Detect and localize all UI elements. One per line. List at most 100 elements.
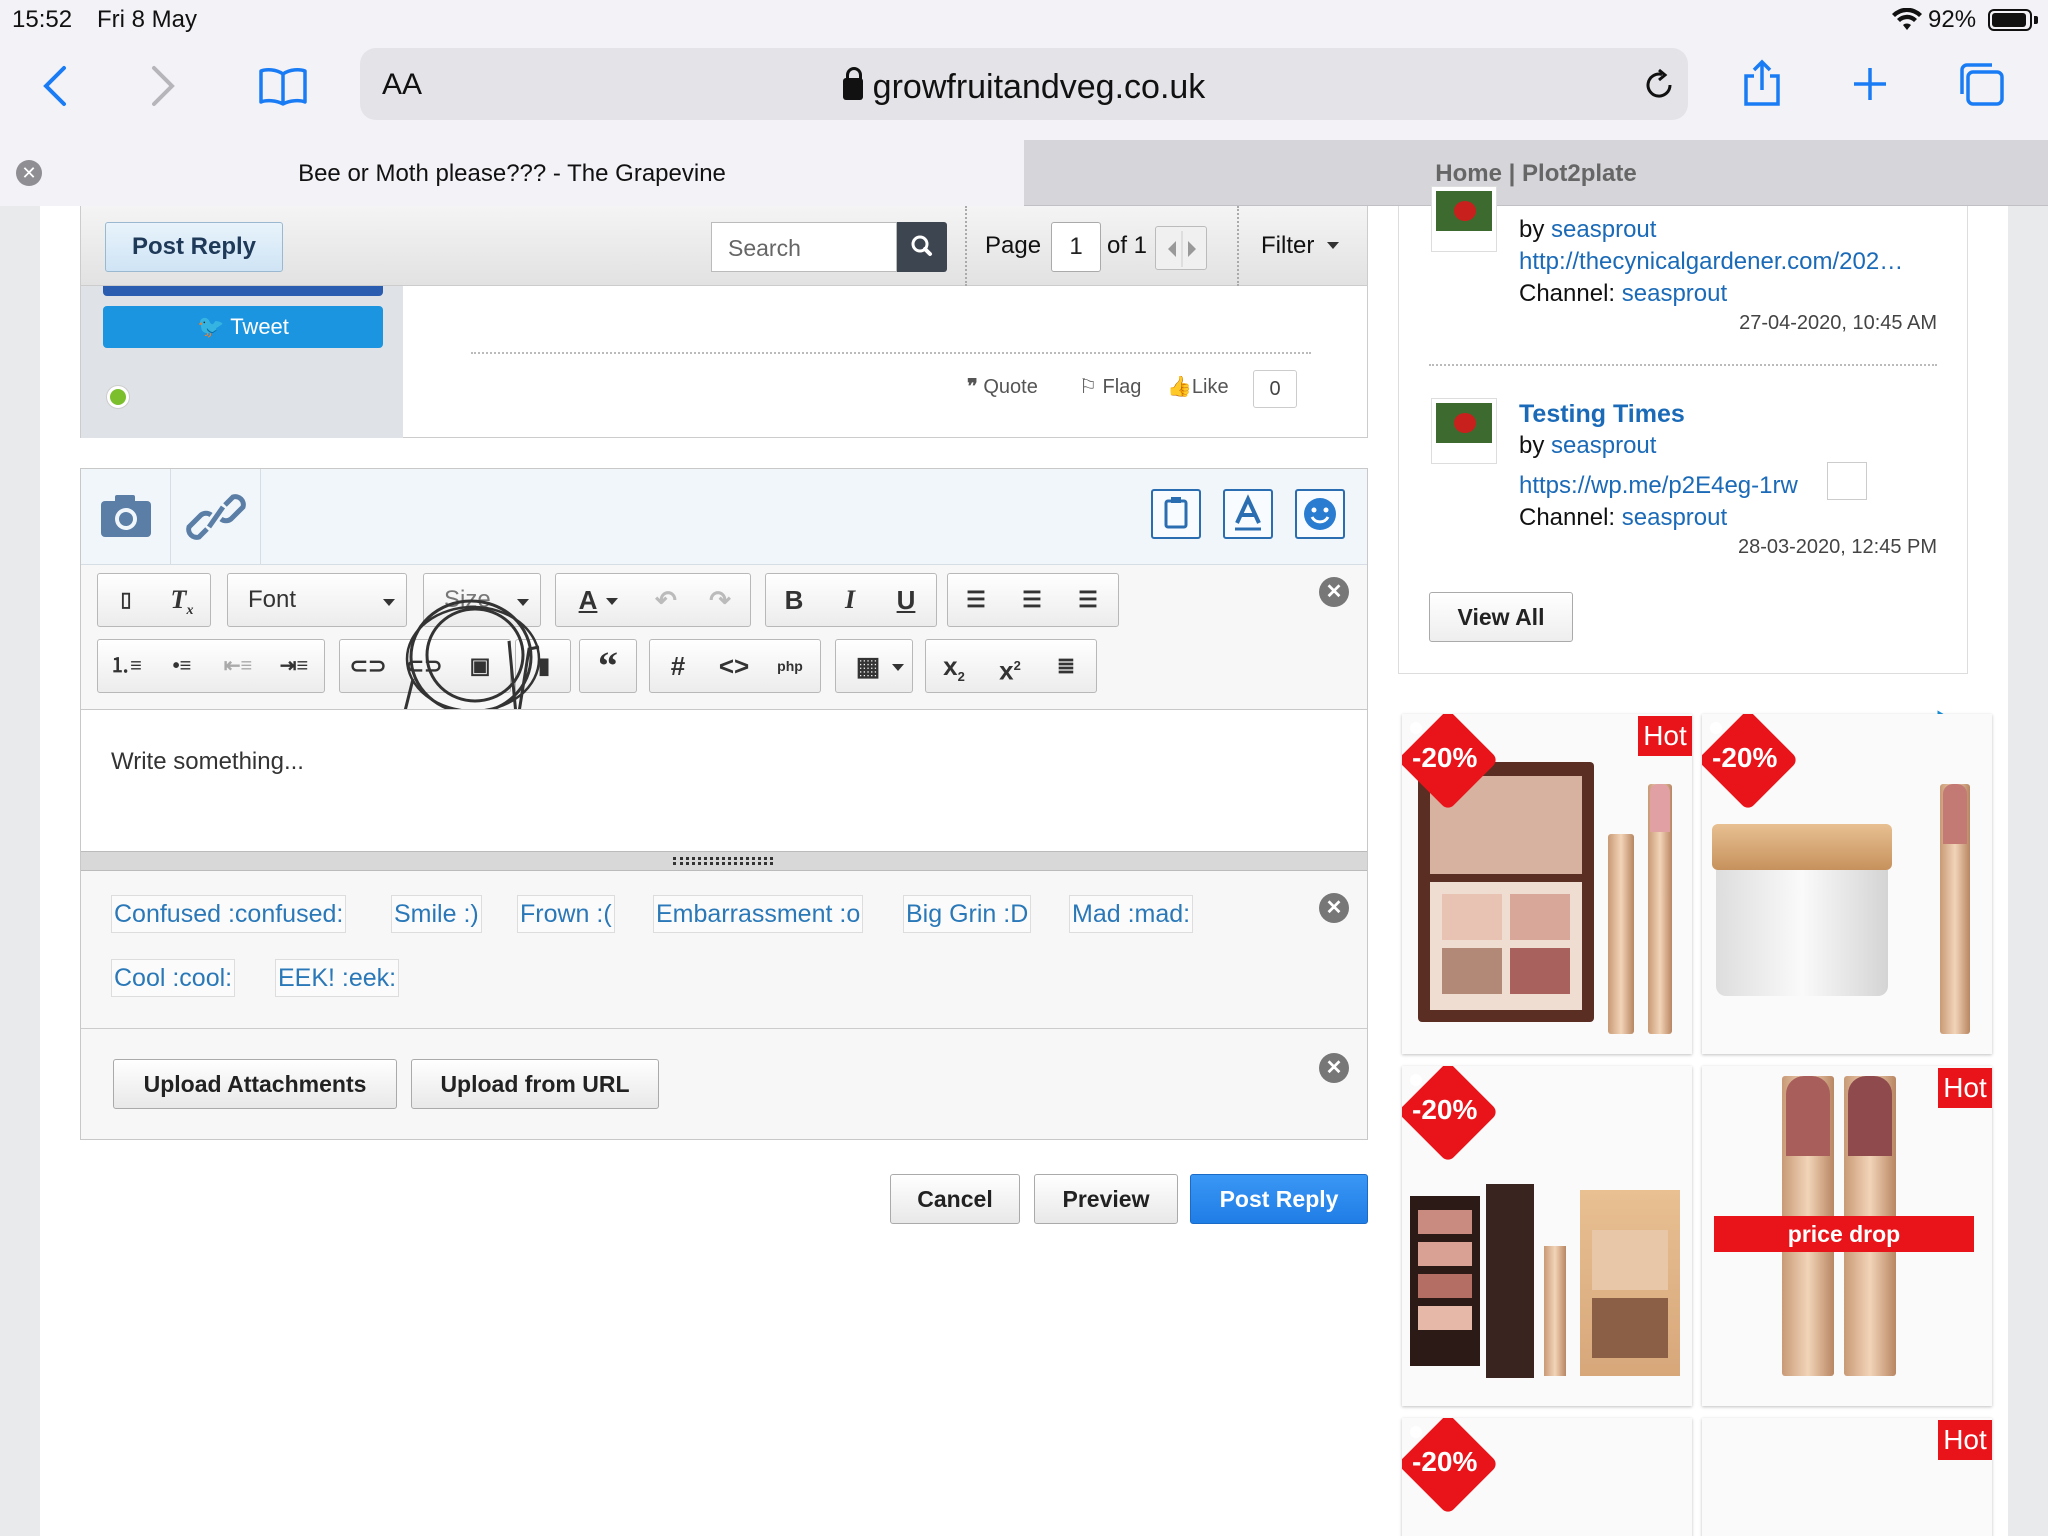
like-button[interactable]: 👍Like [1167, 374, 1229, 399]
thumbs-up-icon: 👍 [1167, 376, 1192, 398]
entry-link[interactable]: http://thecynicalgardener.com/202… [1519, 248, 1903, 276]
author-link[interactable]: seasprout [1551, 216, 1656, 243]
clipboard-button[interactable] [1151, 489, 1201, 539]
page-number-input[interactable]: 1 [1051, 222, 1101, 272]
bullet-list-icon[interactable]: •≡ [154, 640, 210, 692]
numbered-list-icon[interactable]: ⒈≡ [98, 640, 154, 692]
ad-tile-eyeshadow[interactable]: -20% [1402, 1066, 1692, 1406]
entry-link[interactable]: https://wp.me/p2E4eg-1rw [1519, 472, 1798, 500]
back-icon[interactable] [40, 64, 70, 108]
post-author-panel: 🐦 Tweet [81, 286, 403, 438]
source-icon[interactable]: ▯ [98, 574, 154, 626]
view-all-button[interactable]: View All [1429, 592, 1573, 642]
blog-thumbnail[interactable] [1431, 186, 1497, 252]
entry-title[interactable]: Testing Times [1519, 400, 1685, 429]
editor-resize-handle[interactable] [81, 851, 1367, 871]
channel-link[interactable]: seasprout [1622, 280, 1727, 307]
insert-link-button[interactable] [171, 469, 261, 565]
ad-tile-partial[interactable]: -20% [1402, 1418, 1692, 1536]
embed-placeholder [1827, 462, 1867, 500]
indent-icon[interactable]: ⇥≡ [266, 640, 322, 692]
wifi-icon [1892, 8, 1922, 30]
post-divider [471, 352, 1311, 354]
close-toolbar-icon[interactable]: ✕ [1319, 577, 1349, 607]
forward-icon[interactable] [148, 64, 178, 108]
superscript-icon[interactable]: x2 [982, 640, 1038, 692]
smiley-eek[interactable]: EEK! :eek: [275, 959, 400, 997]
smiley-smile[interactable]: Smile :) [391, 895, 482, 933]
text-format-button[interactable] [1223, 489, 1273, 539]
ad-tile-partial[interactable]: Hot [1702, 1418, 1992, 1536]
bold-icon[interactable]: B [766, 574, 822, 626]
close-attachments-icon[interactable]: ✕ [1319, 1053, 1349, 1083]
redo-icon[interactable]: ↷ [692, 574, 748, 626]
upload-photo-button[interactable] [81, 469, 171, 565]
hyperlink-icon[interactable]: ⊂⊃ [340, 640, 396, 692]
tab-plot2plate[interactable]: Home | Plot2plate [1024, 140, 2048, 206]
justify-icon[interactable]: ≣ [1038, 640, 1094, 692]
prev-next-icon [1168, 231, 1196, 267]
hashtag-icon[interactable]: # [650, 640, 706, 692]
code-icon[interactable]: <> [706, 640, 762, 692]
address-bar[interactable]: AA growfruitandveg.co.uk [360, 48, 1688, 120]
smiley-frown[interactable]: Frown :( [517, 895, 615, 933]
search-input[interactable]: Search [711, 222, 897, 272]
tab-grapevine[interactable]: ✕ Bee or Moth please??? - The Grapevine [0, 140, 1024, 206]
smiley-embarrassment[interactable]: Embarrassment :o [653, 895, 864, 933]
post-reply-button[interactable]: Post Reply [1190, 1174, 1368, 1224]
remove-format-icon[interactable]: Tx [154, 574, 210, 626]
smiley-cool[interactable]: Cool :cool: [111, 959, 236, 997]
ad-tile-cream[interactable]: -20% [1702, 714, 1992, 1054]
share-icon[interactable] [1742, 58, 1782, 108]
php-icon[interactable]: php [762, 640, 818, 692]
table-icon[interactable]: ▦ [840, 640, 896, 692]
toolbar-group-quote: “ [579, 639, 637, 693]
online-status-icon [107, 386, 129, 408]
align-right-icon[interactable]: ☰ [1060, 574, 1116, 626]
ad-grid: -20% Hot -20% -20% price drop Hot -20% H… [1398, 706, 1998, 1536]
align-left-icon[interactable]: ☰ [948, 574, 1004, 626]
status-bar: 15:52 Fri 8 May 92% [0, 0, 2048, 40]
undo-icon[interactable]: ↶ [638, 574, 694, 626]
smiley-mad[interactable]: Mad :mad: [1069, 895, 1194, 933]
message-textarea[interactable]: Write something... [81, 709, 1367, 851]
tweet-button[interactable]: 🐦 Tweet [103, 306, 383, 348]
blog-thumbnail[interactable] [1431, 398, 1497, 464]
quote-button[interactable]: ❞ Quote [967, 374, 1038, 399]
pager-arrows[interactable] [1155, 226, 1207, 270]
new-tab-icon[interactable] [1850, 64, 1890, 104]
discount-badge: -20% [1712, 742, 1778, 773]
blockquote-icon[interactable]: “ [580, 640, 636, 692]
ad-tile-lipsticks[interactable]: price drop Hot [1702, 1066, 1992, 1406]
align-center-icon[interactable]: ☰ [1004, 574, 1060, 626]
author-link[interactable]: seasprout [1551, 432, 1656, 459]
toolbar-group-table: ▦ [835, 639, 913, 693]
ad-tile-palette[interactable]: -20% Hot [1402, 714, 1692, 1054]
channel-link[interactable]: seasprout [1622, 504, 1727, 531]
smiley-big-grin[interactable]: Big Grin :D [903, 895, 1032, 933]
tabs-overview-icon[interactable] [1956, 60, 2006, 108]
reload-icon[interactable] [1642, 68, 1676, 102]
hot-badge: Hot [1938, 1068, 1992, 1108]
underline-icon[interactable]: U [878, 574, 934, 626]
filter-dropdown[interactable]: Filter [1261, 232, 1314, 260]
italic-icon[interactable]: I [822, 574, 878, 626]
search-button[interactable] [897, 222, 947, 272]
lipstick-image [1544, 1246, 1566, 1376]
smiley-confused[interactable]: Confused :confused: [111, 895, 347, 933]
bookmarks-icon[interactable] [258, 66, 308, 106]
upload-attachments-button[interactable]: Upload Attachments [113, 1059, 397, 1109]
font-select[interactable]: Font [227, 573, 407, 627]
toolbar-group-lists: ⒈≡ •≡ ⇤≡ ⇥≡ [97, 639, 325, 693]
upload-from-url-button[interactable]: Upload from URL [411, 1059, 659, 1109]
emoji-button[interactable] [1295, 489, 1345, 539]
post-reply-top-button[interactable]: Post Reply [105, 222, 283, 272]
close-smilies-icon[interactable]: ✕ [1319, 893, 1349, 923]
subscript-icon[interactable]: x2 [926, 640, 982, 692]
status-date: Fri 8 May [97, 6, 198, 33]
cancel-button[interactable]: Cancel [890, 1174, 1020, 1224]
flag-button[interactable]: ⚐ Flag [1079, 374, 1141, 399]
outdent-icon[interactable]: ⇤≡ [210, 640, 266, 692]
palette-image [1486, 1184, 1534, 1378]
preview-button[interactable]: Preview [1034, 1174, 1178, 1224]
